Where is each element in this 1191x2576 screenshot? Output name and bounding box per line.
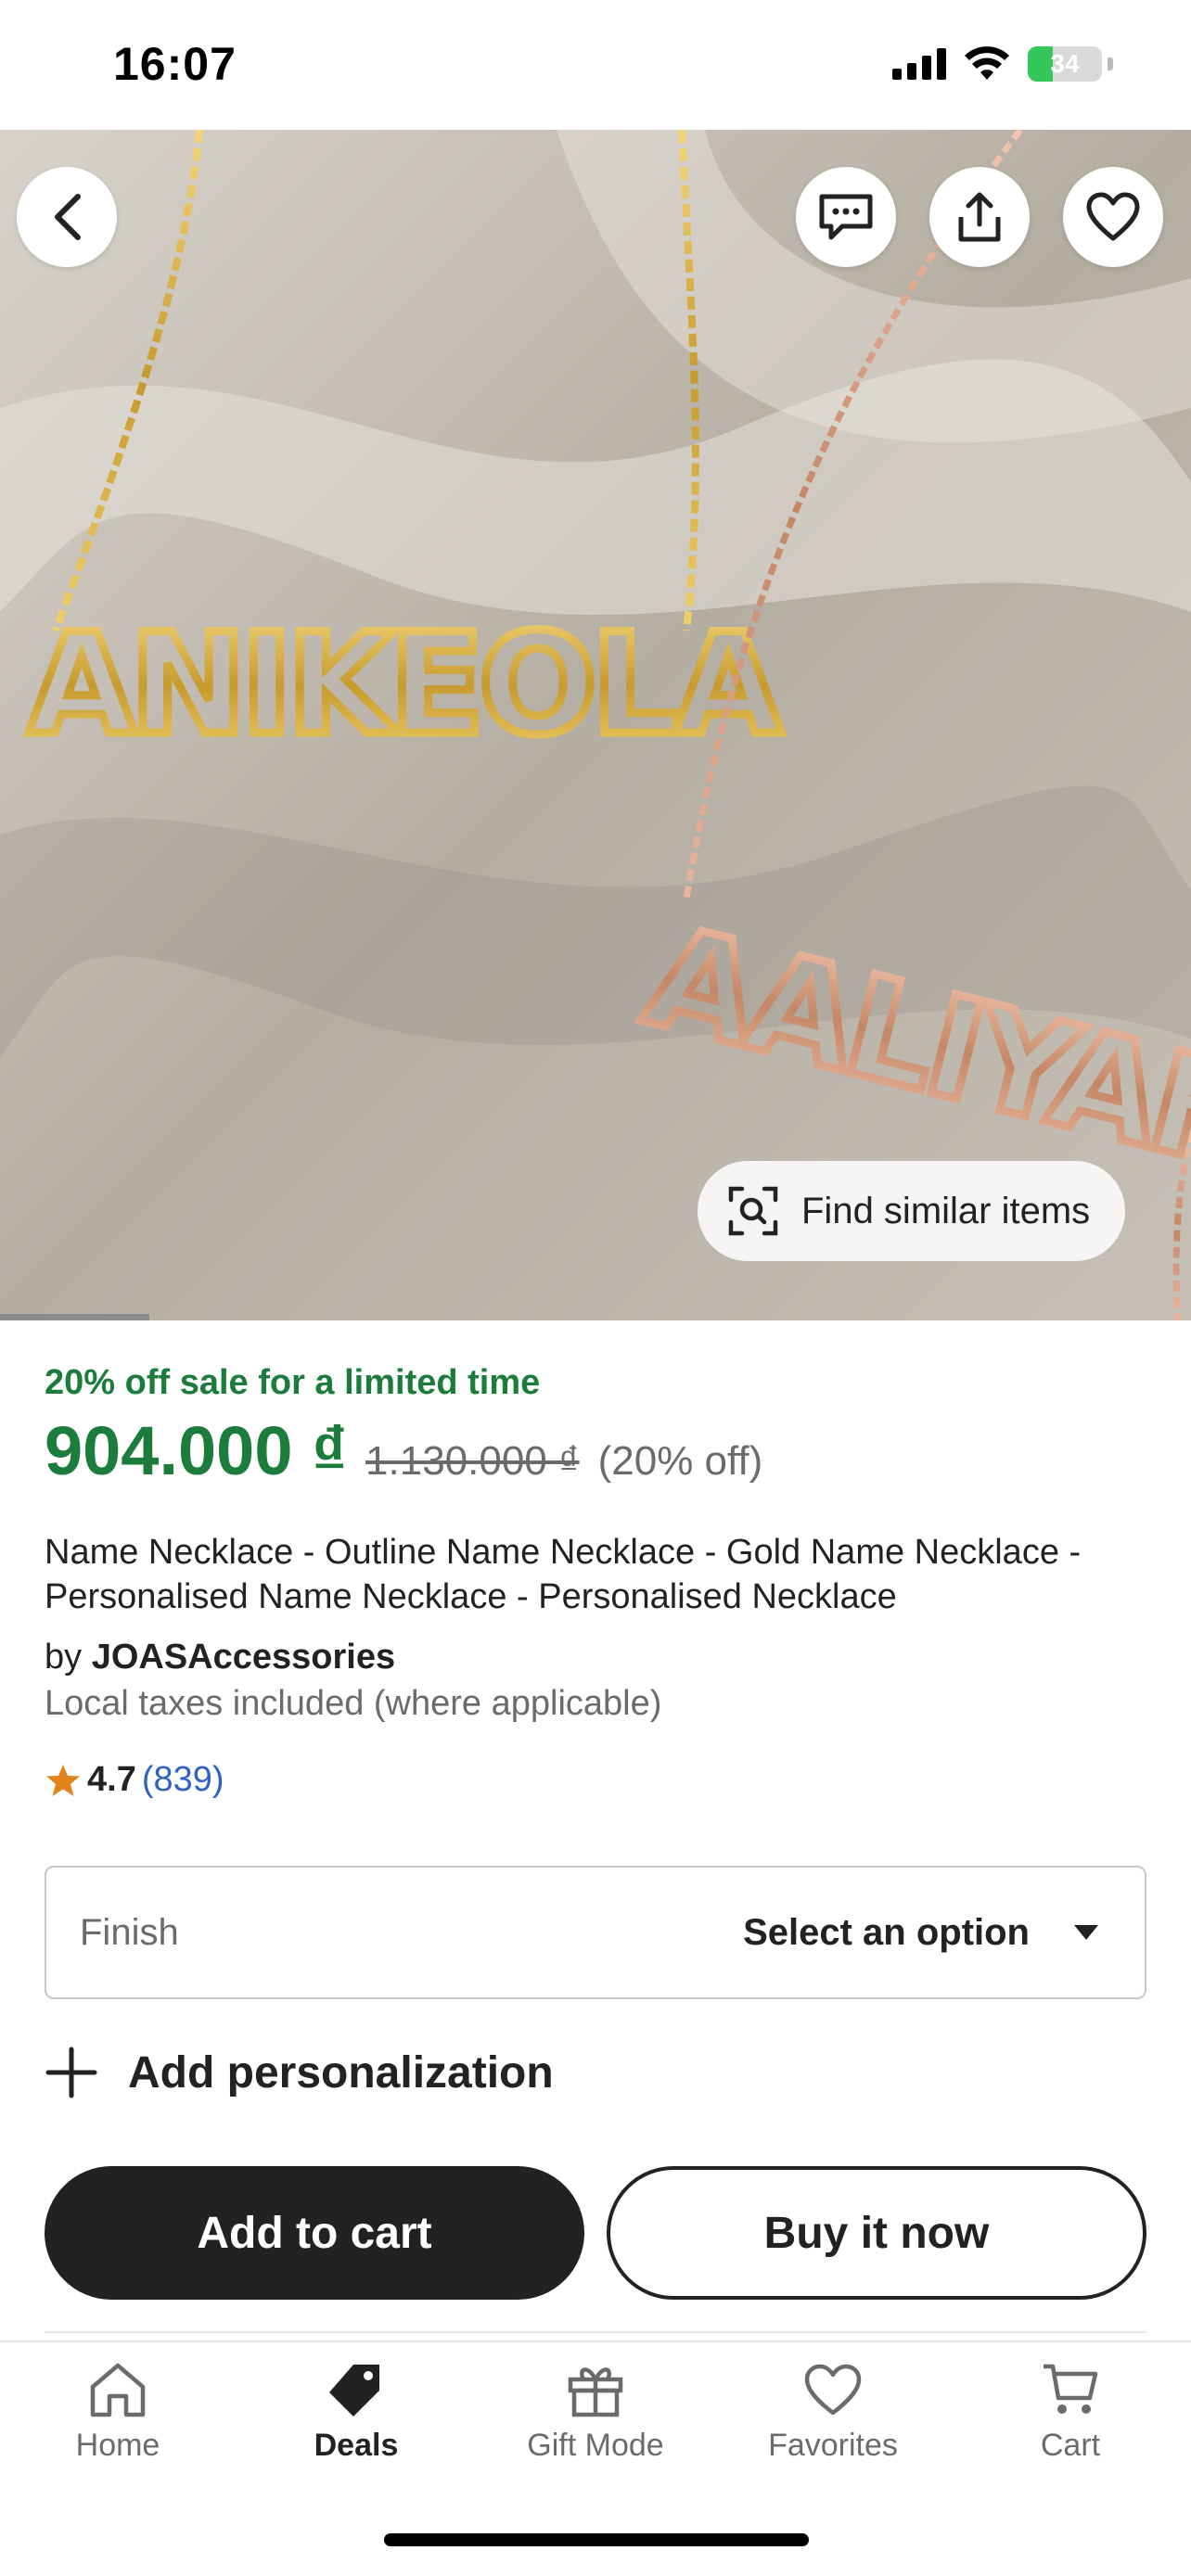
tab-deals-label: Deals <box>314 2428 399 2463</box>
tab-cart[interactable]: Cart <box>968 2361 1172 2464</box>
product-image-carousel[interactable]: ANIKEOLA AALIYAH Find similar items <box>0 130 1191 1320</box>
carousel-progress-indicator <box>0 1314 149 1320</box>
section-divider <box>45 2331 1146 2333</box>
cellular-signal-icon <box>892 48 946 80</box>
product-title[interactable]: Name Necklace - Outline Name Necklace - … <box>45 1530 1148 1619</box>
battery-icon: 34 <box>1028 46 1102 82</box>
find-similar-label: Find similar items <box>801 1190 1091 1231</box>
tab-deals[interactable]: Deals <box>254 2361 458 2464</box>
message-seller-button[interactable] <box>796 167 896 267</box>
taxes-note: Local taxes included (where applicable) <box>45 1684 662 1723</box>
cart-icon <box>1044 2364 1098 2414</box>
back-arrow-icon <box>55 194 81 240</box>
seller-name-link[interactable]: JOASAccessories <box>92 1638 395 1677</box>
tag-icon <box>329 2365 379 2417</box>
buy-it-now-button[interactable]: Buy it now <box>607 2166 1146 2300</box>
heart-icon <box>804 2364 862 2416</box>
find-similar-button[interactable]: Find similar items <box>698 1161 1126 1261</box>
status-time: 16:07 <box>113 38 237 90</box>
tab-home[interactable]: Home <box>16 2361 220 2464</box>
tab-gift-mode[interactable]: Gift Mode <box>493 2361 698 2464</box>
home-icon <box>90 2363 146 2417</box>
back-button[interactable] <box>17 167 117 267</box>
tab-gift-mode-label: Gift Mode <box>527 2428 664 2463</box>
rating-score: 4.7 <box>87 1760 136 1799</box>
tab-favorites-label: Favorites <box>768 2428 898 2463</box>
home-indicator <box>384 2533 809 2546</box>
discount-percentage: (20% off) <box>597 1438 763 1484</box>
add-personalization-label: Add personalization <box>128 2047 554 2098</box>
seller-prefix: by <box>45 1638 83 1677</box>
original-price: 1.130.000 ₫ <box>365 1438 580 1484</box>
finish-selected-value: Select an option <box>743 1911 1030 1953</box>
price-row: 904.000 ₫ 1.130.000 ₫ (20% off) <box>45 1411 762 1490</box>
review-count-link[interactable]: (839) <box>142 1760 224 1800</box>
dropdown-caret-icon <box>1074 1925 1098 1940</box>
share-button[interactable] <box>929 167 1030 267</box>
share-icon <box>958 192 1001 242</box>
tab-home-label: Home <box>75 2428 160 2463</box>
wifi-icon <box>965 46 1009 80</box>
add-personalization-button[interactable]: Add personalization <box>45 2046 554 2099</box>
sale-price: 904.000 ₫ <box>45 1412 348 1489</box>
tab-cart-label: Cart <box>1040 2428 1101 2463</box>
star-icon <box>46 1764 80 1796</box>
status-bar: 16:07 34 <box>0 0 1191 130</box>
battery-cap <box>1108 57 1113 70</box>
gift-icon <box>568 2367 623 2417</box>
finish-select[interactable]: Finish Select an option <box>45 1866 1146 1999</box>
product-photo: ANIKEOLA AALIYAH <box>0 130 1191 1320</box>
tab-favorites[interactable]: Favorites <box>731 2361 935 2464</box>
message-icon <box>819 194 873 240</box>
rating-row[interactable]: 4.7 (839) <box>45 1760 224 1800</box>
favorite-button[interactable] <box>1063 167 1163 267</box>
visual-search-icon <box>728 1186 778 1236</box>
heart-icon <box>1086 192 1140 241</box>
finish-select-value-group: Select an option <box>743 1912 1100 1954</box>
battery-level: 34 <box>1050 49 1080 78</box>
finish-label: Finish <box>80 1911 179 1953</box>
sale-banner-text: 20% off sale for a limited time <box>45 1363 541 1402</box>
seller-line: by JOASAccessories <box>45 1638 395 1677</box>
status-icons: 34 <box>892 46 1113 82</box>
add-to-cart-button[interactable]: Add to cart <box>45 2166 584 2300</box>
svg-text:ANIKEOLA: ANIKEOLA <box>28 605 782 766</box>
plus-icon <box>45 2047 97 2098</box>
